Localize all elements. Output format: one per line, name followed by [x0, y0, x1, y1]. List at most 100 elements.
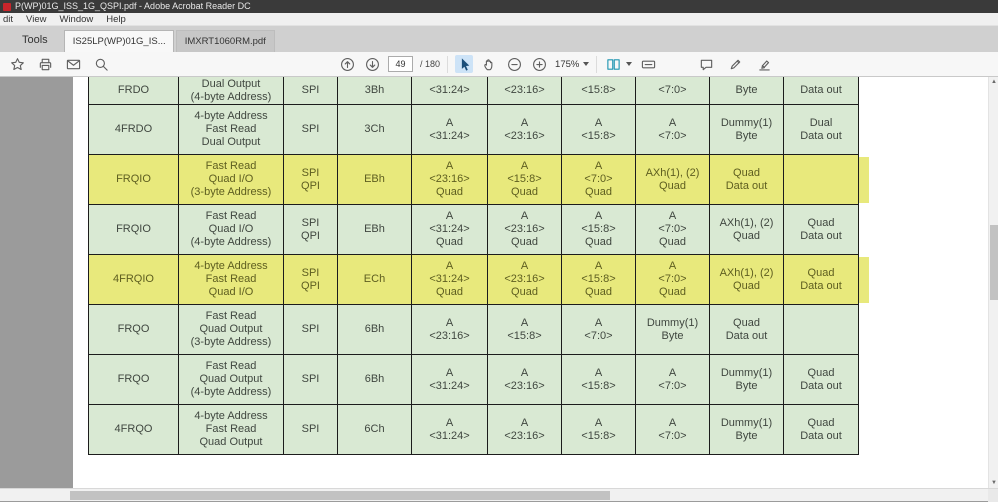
cell-byte5: Dummy(1) Byte	[710, 355, 784, 405]
zoom-in-icon[interactable]	[530, 55, 548, 73]
cell-byte6: Quad Data out	[784, 355, 859, 405]
cell-instruction: FRQO	[89, 355, 179, 405]
page-display-dropdown[interactable]	[604, 55, 633, 73]
cell-mode: SPI QPI	[284, 205, 338, 255]
cell-byte6: Quad Data out	[784, 405, 859, 455]
close-icon[interactable]: ×	[173, 36, 174, 47]
horizontal-scrollbar[interactable]	[0, 488, 998, 502]
cell-byte4: <7:0>	[636, 77, 710, 105]
menu-window[interactable]: Window	[59, 14, 93, 25]
comment-icon[interactable]	[697, 55, 715, 73]
tab-document-inactive[interactable]: IMXRT1060RM.pdf	[175, 30, 275, 52]
cell-byte6: Quad Data out	[784, 255, 859, 305]
scroll-up-icon[interactable]: ▲	[989, 77, 998, 87]
select-tool-icon[interactable]	[455, 55, 474, 73]
draw-pen-icon[interactable]	[726, 55, 744, 73]
cell-opcode: EBh	[338, 205, 412, 255]
scroll-mode-icon[interactable]	[639, 55, 657, 73]
document-viewport: FRDO Dual Output (4-byte Address) SPI 3B…	[0, 77, 998, 488]
tab-tools[interactable]: Tools	[22, 34, 48, 46]
cell-mode: SPI QPI	[284, 155, 338, 205]
window-title: P(WP)01G_ISS_1G_QSPI.pdf - Adobe Acrobat…	[15, 1, 251, 11]
print-icon[interactable]	[36, 55, 54, 73]
table-row: FRDO Dual Output (4-byte Address) SPI 3B…	[89, 77, 859, 105]
cell-byte6	[784, 305, 859, 355]
vertical-scrollbar-thumb[interactable]	[990, 225, 998, 300]
tab-document-label: IS25LP(WP)01G_IS...	[72, 36, 166, 47]
page-number-input[interactable]	[388, 56, 413, 72]
horizontal-scrollbar-thumb[interactable]	[70, 491, 610, 500]
page-total-label: / 180	[420, 59, 441, 69]
cell-instruction: FRDO	[89, 77, 179, 105]
pdf-page: FRDO Dual Output (4-byte Address) SPI 3B…	[73, 77, 998, 488]
scroll-down-icon[interactable]: ▼	[989, 478, 998, 488]
cell-byte5: AXh(1), (2) Quad	[710, 205, 784, 255]
cell-mode: SPI	[284, 405, 338, 455]
cell-byte3: A <15:8> Quad	[562, 205, 636, 255]
favorites-star-icon[interactable]	[8, 55, 26, 73]
cell-description: 4-byte Address Fast Read Quad I/O	[179, 255, 284, 305]
acrobat-app-icon	[3, 2, 11, 11]
menu-view[interactable]: View	[26, 14, 46, 25]
cell-byte1: A <31:24>	[412, 105, 488, 155]
main-toolbar: / 180 175%	[0, 52, 998, 77]
cell-opcode: 3Bh	[338, 77, 412, 105]
search-icon[interactable]	[92, 55, 110, 73]
cell-byte5: Quad Data out	[710, 305, 784, 355]
cell-byte4: A <7:0>	[636, 105, 710, 155]
cell-byte4: Dummy(1) Byte	[636, 305, 710, 355]
cell-byte4: A <7:0> Quad	[636, 255, 710, 305]
cell-instruction: 4FRDO	[89, 105, 179, 155]
cell-opcode: 6Bh	[338, 305, 412, 355]
tab-document-active[interactable]: IS25LP(WP)01G_IS... ×	[63, 30, 174, 52]
table-row: 4FRDO 4-byte Address Fast Read Dual Outp…	[89, 105, 859, 155]
cell-byte6: Data out	[784, 77, 859, 105]
highlighter-icon[interactable]	[755, 55, 773, 73]
window-titlebar: P(WP)01G_ISS_1G_QSPI.pdf - Adobe Acrobat…	[0, 0, 998, 13]
toolbar-separator	[596, 55, 598, 73]
table-row: 4FRQIO 4-byte Address Fast Read Quad I/O…	[89, 255, 869, 305]
hand-tool-icon[interactable]	[480, 55, 498, 73]
chevron-down-icon	[583, 62, 590, 66]
cell-description: 4-byte Address Fast Read Dual Output	[179, 105, 284, 155]
cell-byte2: A <23:16> Quad	[488, 255, 562, 305]
zoom-out-icon[interactable]	[505, 55, 523, 73]
table-row: FRQO Fast Read Quad Output (4-byte Addre…	[89, 355, 859, 405]
cell-byte1: A <23:16> Quad	[412, 155, 488, 205]
cell-byte3: A <15:8> Quad	[562, 255, 636, 305]
cell-byte4: AXh(1), (2) Quad	[636, 155, 710, 205]
vertical-scrollbar[interactable]: ▲ ▼	[988, 77, 998, 488]
menu-help[interactable]: Help	[106, 14, 126, 25]
page-display-icon	[604, 55, 622, 73]
table-row: FRQIO Fast Read Quad I/O (3-byte Address…	[89, 155, 869, 205]
cell-byte1: A <31:24> Quad	[412, 205, 488, 255]
cell-description: Fast Read Quad Output (3-byte Address)	[179, 305, 284, 355]
tab-bar: Tools IS25LP(WP)01G_IS... × IMXRT1060RM.…	[0, 26, 998, 52]
page-up-icon[interactable]	[338, 55, 356, 73]
table-row: FRQO Fast Read Quad Output (3-byte Addre…	[89, 305, 859, 355]
cell-byte1: A <23:16>	[412, 305, 488, 355]
cell-opcode: 6Ch	[338, 405, 412, 455]
cell-mode: SPI	[284, 77, 338, 105]
cell-instruction: FRQO	[89, 305, 179, 355]
cell-byte1: A <31:24>	[412, 405, 488, 455]
cell-byte5: Byte	[710, 77, 784, 105]
menu-edit[interactable]: dit	[3, 14, 13, 25]
cell-mode: SPI	[284, 105, 338, 155]
cell-byte3: A <15:8>	[562, 105, 636, 155]
cell-byte5: Dummy(1) Byte	[710, 105, 784, 155]
cell-byte2: A <23:16>	[488, 105, 562, 155]
cell-opcode: 3Ch	[338, 105, 412, 155]
cell-instruction: FRQIO	[89, 205, 179, 255]
table-row: FRQIO Fast Read Quad I/O (4-byte Address…	[89, 205, 859, 255]
cell-description: 4-byte Address Fast Read Quad Output	[179, 405, 284, 455]
menu-bar: dit View Window Help	[0, 13, 998, 26]
cell-opcode: EBh	[338, 155, 412, 205]
cell-byte5: Dummy(1) Byte	[710, 405, 784, 455]
zoom-level-label: 175%	[555, 58, 580, 70]
email-icon[interactable]	[64, 55, 82, 73]
cell-byte2: <23:16>	[488, 77, 562, 105]
zoom-level-dropdown[interactable]: 175%	[555, 58, 590, 70]
page-down-icon[interactable]	[363, 55, 381, 73]
tab-document-label: IMXRT1060RM.pdf	[184, 36, 266, 47]
